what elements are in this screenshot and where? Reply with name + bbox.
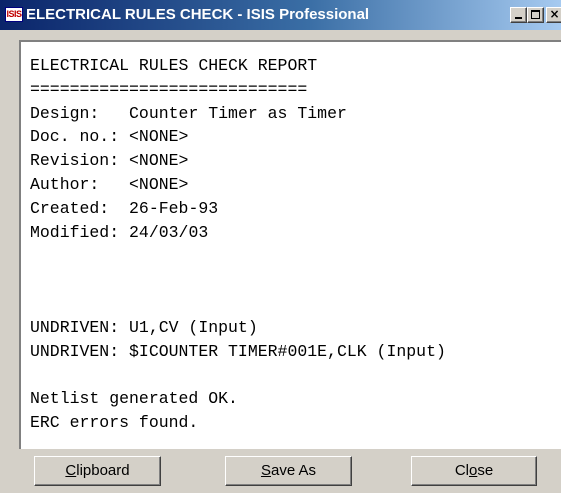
save-as-button[interactable]: Save As — [225, 456, 352, 486]
save-as-accel: S — [260, 462, 271, 479]
field-created: Created: 26-Feb-93 — [30, 197, 561, 221]
field-value: <NONE> — [129, 174, 189, 194]
field-label: Author: — [30, 174, 130, 194]
field-author: Author: <NONE> — [30, 173, 561, 197]
error-line: UNDRIVEN: $ICOUNTER TIMER#001E,CLK (Inpu… — [30, 341, 446, 361]
summary-line: Netlist generated OK. — [30, 389, 238, 409]
maximize-button[interactable] — [527, 7, 544, 23]
close-window-button[interactable]: × — [546, 7, 561, 23]
close-icon: × — [549, 7, 560, 21]
field-doc-no: Doc. no.: <NONE> — [30, 125, 561, 149]
save-as-label: ave As — [270, 462, 317, 479]
clipboard-label: lipboard — [76, 462, 130, 479]
field-label: Design: — [30, 103, 130, 123]
report-rule: ============================ — [30, 79, 308, 99]
report-text-area[interactable]: ELECTRICAL RULES CHECK REPORT ===========… — [19, 40, 561, 449]
report-heading: ELECTRICAL RULES CHECK REPORT — [30, 56, 318, 75]
field-value: 26-Feb-93 — [129, 198, 219, 218]
field-label: Doc. no.: — [30, 127, 130, 147]
field-value: <NONE> — [129, 151, 189, 171]
field-label: Revision: — [30, 151, 130, 171]
window-title: ELECTRICAL RULES CHECK - ISIS Profession… — [26, 6, 370, 23]
field-value: 24/03/03 — [129, 222, 209, 242]
close-label-pre: Cl — [454, 462, 469, 479]
clipboard-button[interactable]: Clipboard — [34, 456, 161, 486]
field-modified: Modified: 24/03/03 — [30, 221, 561, 245]
field-value: Counter Timer as Timer — [129, 103, 347, 123]
close-label-rest: se — [477, 462, 494, 479]
summary-line: ERC errors found. — [30, 412, 199, 432]
field-design: Design: Counter Timer as Timer — [30, 102, 561, 126]
title-bar[interactable]: ISIS ELECTRICAL RULES CHECK - ISIS Profe… — [0, 0, 561, 30]
erc-dialog-window: ISIS ELECTRICAL RULES CHECK - ISIS Profe… — [0, 0, 561, 493]
field-label: Modified: — [30, 222, 130, 242]
close-button[interactable]: Close — [411, 456, 537, 486]
isis-app-icon: ISIS — [5, 7, 23, 22]
field-value: <NONE> — [129, 127, 189, 147]
field-revision: Revision: <NONE> — [30, 149, 561, 173]
error-line: UNDRIVEN: U1,CV (Input) — [30, 317, 258, 337]
clipboard-accel: C — [65, 462, 77, 479]
field-label: Created: — [30, 198, 130, 218]
report-content: ELECTRICAL RULES CHECK REPORT ===========… — [21, 42, 561, 435]
minimize-button[interactable] — [510, 7, 527, 23]
